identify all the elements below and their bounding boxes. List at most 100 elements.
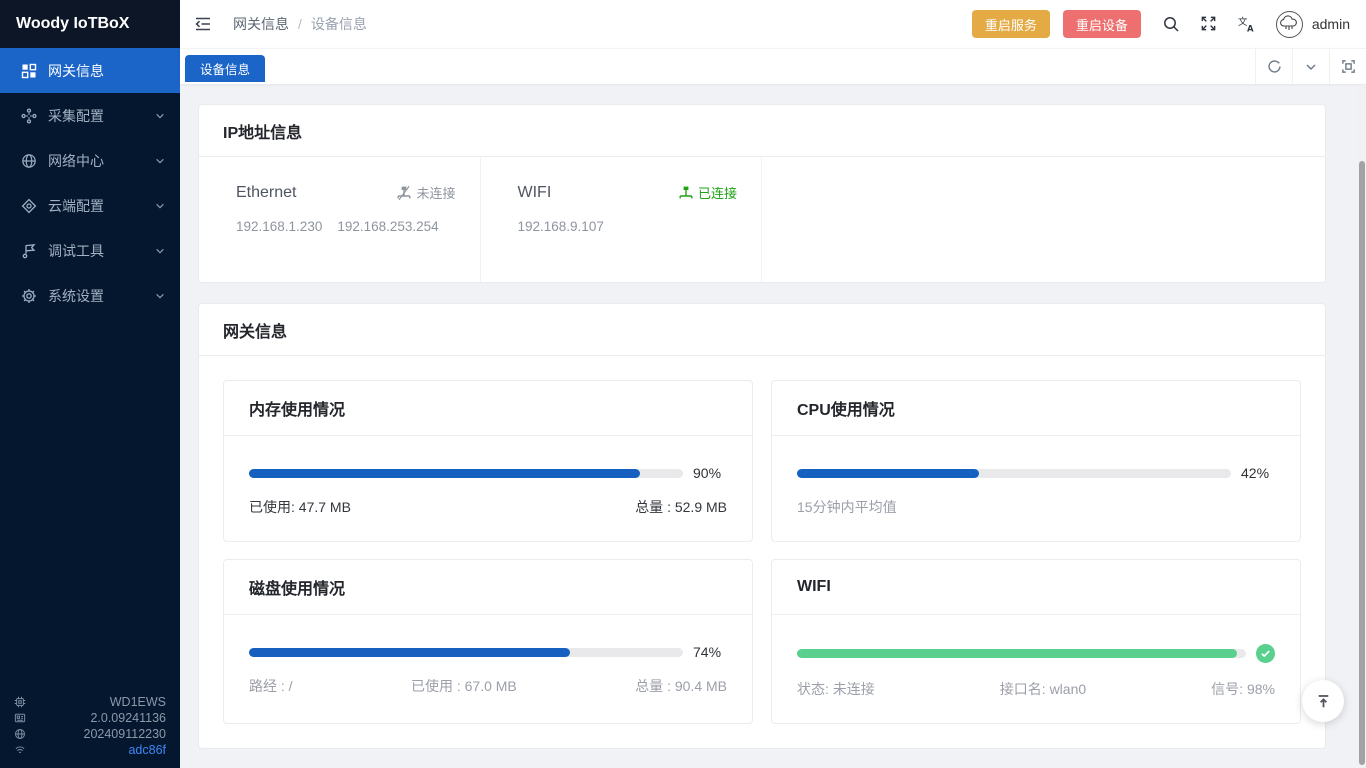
- ip-card-title: IP地址信息: [199, 105, 1325, 157]
- wifi-interface: WIFI 已连接 192.168.9.107: [481, 157, 763, 282]
- chip-icon: [14, 696, 30, 708]
- disk-usage-card: 磁盘使用情况 74% 路经 : / 已使用 : 67.0 MB 总量 : 90.…: [223, 559, 753, 724]
- version-block: WD1EWS 2.0.09241136 202409112230 adc86f: [0, 690, 180, 768]
- ethernet-status-label: 未连接: [416, 183, 455, 202]
- wifi-ips: 192.168.9.107: [518, 219, 738, 234]
- progress-track: [797, 469, 1231, 478]
- cpu-usage-card: CPU使用情况 42% 15分钟内平均值: [771, 380, 1301, 542]
- sidebar-item-label: 网关信息: [48, 61, 104, 81]
- check-circle-icon: [1256, 644, 1275, 663]
- version-row-build: 202409112230: [14, 726, 166, 742]
- app-title: Woody IoTBoX: [16, 15, 129, 33]
- breadcrumb-device-info: 设备信息: [311, 14, 367, 34]
- breadcrumb-separator: /: [298, 16, 302, 32]
- ethernet-interface: Ethernet 未连接 192.168.1.230 192.168.253.2…: [199, 157, 481, 282]
- progress-fill: [249, 469, 640, 478]
- scrollbar-thumb[interactable]: [1359, 161, 1365, 765]
- firmware-version: 2.0.09241136: [30, 711, 166, 725]
- restart-service-button[interactable]: 重启服务: [972, 10, 1050, 38]
- build-number: 202409112230: [30, 727, 166, 741]
- translate-icon[interactable]: 文A: [1238, 15, 1256, 33]
- disk-percent: 74%: [693, 644, 727, 660]
- memory-usage-card: 内存使用情况 90% 已使用: 47.7 MB 总量 : 52.9 MB: [223, 380, 753, 542]
- sidebar-item-debug-tools[interactable]: 调试工具: [0, 228, 180, 273]
- sidebar-item-network-center[interactable]: 网络中心: [0, 138, 180, 183]
- wifi-status-text: 状态: 未连接: [797, 679, 875, 699]
- interface-name: WIFI: [518, 184, 552, 202]
- tab-device-info[interactable]: 设备信息: [185, 55, 265, 82]
- cpu-stats: 15分钟内平均值: [797, 497, 1275, 517]
- tab-tools: [1255, 49, 1366, 84]
- back-to-top-button[interactable]: [1302, 680, 1344, 722]
- username[interactable]: admin: [1312, 16, 1350, 32]
- commit-hash-link[interactable]: adc86f: [30, 743, 166, 757]
- progress-track: [797, 649, 1246, 658]
- progress-track: [249, 469, 683, 478]
- sidebar-item-label: 系统设置: [48, 286, 104, 306]
- refresh-icon[interactable]: [1255, 49, 1292, 84]
- wifi-signal-card: WIFI 状态: 未连接 接口名: wlan0: [771, 559, 1301, 724]
- progress-fill: [249, 648, 570, 657]
- expand-view-icon[interactable]: [1329, 49, 1366, 84]
- ethernet-status: 未连接: [396, 183, 455, 202]
- globe-icon: [21, 153, 37, 169]
- breadcrumb-gateway-info[interactable]: 网关信息: [233, 14, 289, 34]
- version-row-firmware: 2.0.09241136: [14, 710, 166, 726]
- user-avatar[interactable]: [1276, 11, 1303, 38]
- grid-icon: [21, 63, 37, 79]
- sidebar-item-label: 云端配置: [48, 196, 104, 216]
- cloud-config-icon: [21, 198, 37, 214]
- disk-total: 总量 : 90.4 MB: [635, 676, 727, 696]
- memory-used: 已使用: 47.7 MB: [249, 497, 351, 517]
- search-icon[interactable]: [1162, 15, 1180, 33]
- disk-card-title: 磁盘使用情况: [224, 560, 752, 615]
- sidebar-item-label: 采集配置: [48, 106, 104, 126]
- gear-icon: [21, 288, 37, 304]
- memory-stats: 已使用: 47.7 MB 总量 : 52.9 MB: [249, 497, 727, 517]
- chevron-down-icon: [155, 156, 165, 166]
- sidebar-item-system-settings[interactable]: 系统设置: [0, 273, 180, 318]
- wifi-stats: 状态: 未连接 接口名: wlan0 信号: 98%: [797, 679, 1275, 699]
- gateway-card-title: 网关信息: [199, 304, 1325, 356]
- scrollbar-track[interactable]: [1358, 85, 1366, 768]
- restart-device-button[interactable]: 重启设备: [1063, 10, 1141, 38]
- chevron-down-icon: [155, 291, 165, 301]
- wifi-progress: [797, 644, 1275, 663]
- menu-fold-icon[interactable]: [194, 15, 212, 33]
- memory-card-title: 内存使用情况: [224, 381, 752, 436]
- topbar-right: 重启服务 重启设备 文A admin: [972, 10, 1350, 38]
- sidebar-item-label: 网络中心: [48, 151, 104, 171]
- app-window: Woody IoTBoX 网关信息 采集配置 网络中心: [0, 0, 1366, 768]
- topbar: 网关信息 / 设备信息 重启服务 重启设备 文A admin: [180, 0, 1366, 48]
- sidebar-menu: 网关信息 采集配置 网络中心 云端配置: [0, 48, 180, 690]
- ip-card-body: Ethernet 未连接 192.168.1.230 192.168.253.2…: [199, 157, 1325, 282]
- device-model: WD1EWS: [30, 695, 166, 709]
- fingerprint-icon: [14, 744, 30, 756]
- progress-fill: [797, 649, 1237, 658]
- wifi-signal: 信号: 98%: [1211, 679, 1275, 699]
- network-connected-icon: [678, 185, 694, 201]
- ip-address: 192.168.9.107: [518, 219, 604, 234]
- progress-fill: [797, 469, 979, 478]
- main-area: 网关信息 / 设备信息 重启服务 重启设备 文A admin: [180, 0, 1366, 768]
- sidebar-item-cloud-config[interactable]: 云端配置: [0, 183, 180, 228]
- chevron-down-icon: [155, 111, 165, 121]
- page-content: IP地址信息 Ethernet 未连接 192.168.1.230 19: [180, 84, 1366, 768]
- ip-address: 192.168.1.230: [236, 219, 322, 234]
- wifi-status: 已连接: [678, 183, 737, 202]
- version-row-model: WD1EWS: [14, 694, 166, 710]
- fullscreen-icon[interactable]: [1200, 15, 1218, 33]
- memory-progress: 90%: [249, 465, 727, 481]
- collect-icon: [21, 108, 37, 124]
- ip-address: 192.168.253.254: [337, 219, 438, 234]
- ip-card-empty-area: [762, 157, 1325, 282]
- disk-used: 已使用 : 67.0 MB: [411, 676, 517, 696]
- sidebar-item-collect-config[interactable]: 采集配置: [0, 93, 180, 138]
- chevron-down-icon[interactable]: [1292, 49, 1329, 84]
- wifi-card-title: WIFI: [772, 560, 1300, 615]
- sidebar-item-gateway-info[interactable]: 网关信息: [0, 48, 180, 93]
- sidebar-item-label: 调试工具: [48, 241, 104, 261]
- chevron-down-icon: [155, 246, 165, 256]
- memory-total: 总量 : 52.9 MB: [635, 497, 727, 517]
- sidebar: Woody IoTBoX 网关信息 采集配置 网络中心: [0, 0, 180, 768]
